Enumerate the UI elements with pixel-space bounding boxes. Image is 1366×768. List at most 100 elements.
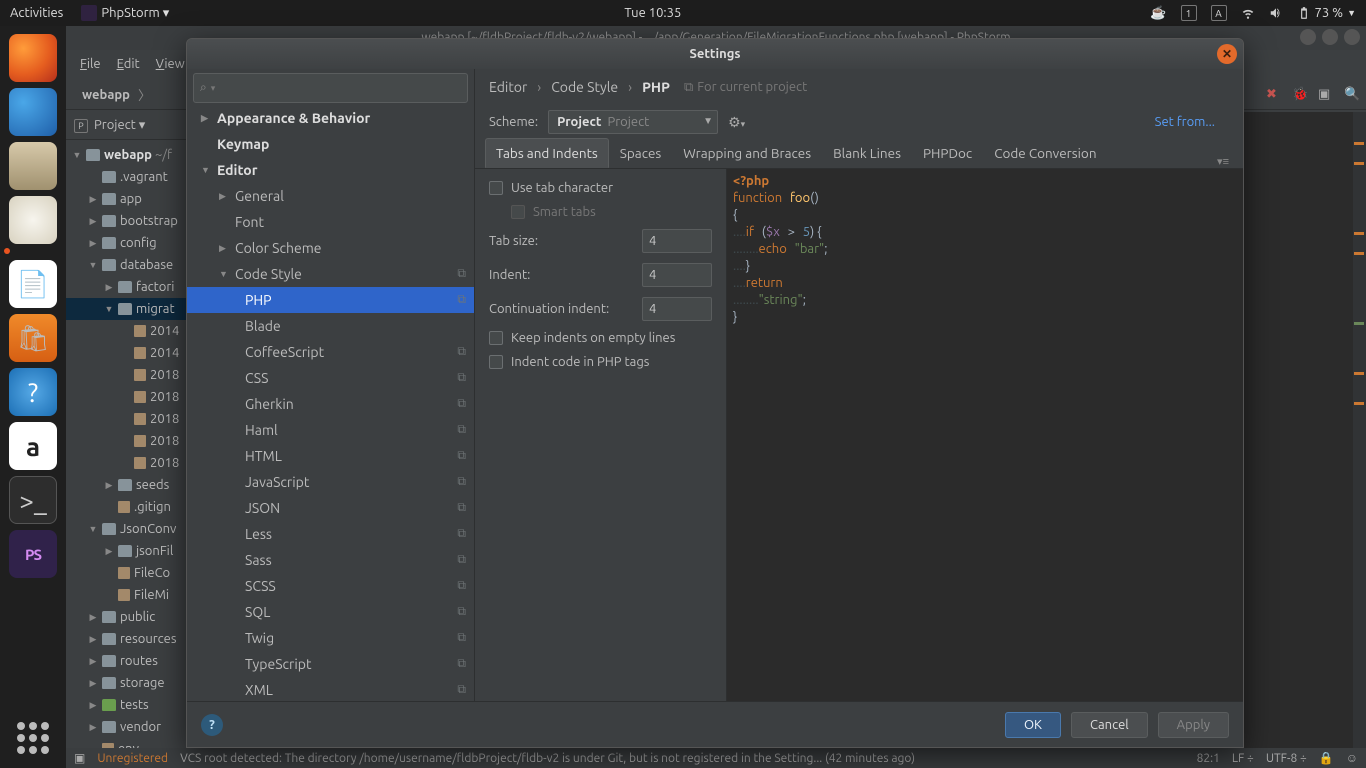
cancel-button[interactable]: Cancel — [1071, 712, 1148, 738]
dock-show-apps[interactable] — [17, 722, 49, 754]
crumb-php: PHP — [642, 79, 670, 95]
settings-tree-item[interactable]: Font — [187, 209, 474, 235]
menu-edit[interactable]: Edit — [111, 55, 146, 73]
settings-tree-item[interactable]: Blade — [187, 313, 474, 339]
tab-spaces[interactable]: Spaces — [609, 138, 672, 168]
settings-tree-item[interactable]: Keymap — [187, 131, 474, 157]
keep-indents-checkbox[interactable]: Keep indents on empty lines — [489, 331, 712, 345]
indent-input[interactable] — [642, 263, 712, 287]
status-lock-icon[interactable]: 🔒 — [1319, 751, 1334, 765]
status-line-sep[interactable]: LF ÷ — [1232, 752, 1254, 765]
settings-tree-item[interactable]: ▶Appearance & Behavior — [187, 105, 474, 131]
dock-help[interactable]: ? — [9, 368, 57, 416]
scheme-combobox[interactable]: Project Project ▼ — [548, 110, 718, 134]
app-menu[interactable]: PhpStorm ▾ — [81, 5, 169, 21]
settings-tree-item[interactable]: JavaScript⧉ — [187, 469, 474, 495]
activities-button[interactable]: Activities — [10, 6, 63, 20]
crumb-code-style[interactable]: Code Style — [551, 79, 618, 95]
help-button[interactable]: ? — [201, 714, 223, 736]
dock-libreoffice[interactable]: 📄 — [9, 260, 57, 308]
settings-content: Editor › Code Style › PHP ⧉ For current … — [475, 69, 1243, 701]
crumb-editor[interactable]: Editor — [489, 79, 527, 95]
settings-tree-item[interactable]: JSON⧉ — [187, 495, 474, 521]
menu-view[interactable]: View — [150, 55, 191, 73]
volume-icon[interactable] — [1269, 5, 1283, 21]
settings-tree-item[interactable]: Gherkin⧉ — [187, 391, 474, 417]
project-scope-icon: ⧉ — [684, 80, 693, 95]
close-window-button[interactable] — [1344, 29, 1360, 45]
settings-tree-item[interactable]: ▶Color Scheme — [187, 235, 474, 261]
code-preview: <?php function foo() { ....if ($x > 5) {… — [727, 169, 1243, 701]
settings-tree-item[interactable]: ▶General — [187, 183, 474, 209]
settings-tree-item[interactable]: Sass⧉ — [187, 547, 474, 573]
continuation-indent-input[interactable] — [642, 297, 712, 321]
dock-terminal[interactable]: >_ — [9, 476, 57, 524]
settings-tree[interactable]: ▶Appearance & BehaviorKeymap▼Editor▶Gene… — [187, 105, 474, 701]
wifi-icon[interactable] — [1241, 5, 1255, 21]
tab-code-conversion[interactable]: Code Conversion — [983, 138, 1107, 168]
indicator-1-icon[interactable]: 1 — [1181, 5, 1197, 21]
settings-tree-item[interactable]: CSS⧉ — [187, 365, 474, 391]
tab-wrapping[interactable]: Wrapping and Braces — [672, 138, 822, 168]
settings-tree-item[interactable]: Twig⧉ — [187, 625, 474, 651]
scheme-value: Project — [557, 115, 601, 129]
set-from-link[interactable]: Set from... — [1155, 115, 1229, 129]
indicator-a-icon[interactable]: A — [1211, 5, 1227, 21]
menu-file[interactable]: File — [74, 55, 107, 73]
apply-button[interactable]: Apply — [1158, 712, 1229, 738]
dialog-close-button[interactable]: ✕ — [1217, 44, 1237, 64]
settings-tree-item[interactable]: PHP⧉ — [187, 287, 474, 313]
indent-label: Indent: — [489, 268, 530, 282]
dock-software[interactable]: 🛍 — [9, 314, 57, 362]
dock-firefox[interactable] — [9, 34, 57, 82]
settings-tree-item[interactable]: Less⧉ — [187, 521, 474, 547]
tab-blank-lines[interactable]: Blank Lines — [822, 138, 912, 168]
tab-size-input[interactable] — [642, 229, 712, 253]
settings-tree-item[interactable]: SCSS⧉ — [187, 573, 474, 599]
dock-thunderbird[interactable] — [9, 88, 57, 136]
use-tab-character-checkbox[interactable]: Use tab character — [489, 181, 712, 195]
scheme-actions-gear-icon[interactable]: ⚙▾ — [728, 114, 745, 131]
dock-amazon[interactable]: a — [9, 422, 57, 470]
tab-tabs-and-indents[interactable]: Tabs and Indents — [485, 138, 609, 168]
app-menu-label: PhpStorm ▾ — [101, 6, 169, 21]
minimize-button[interactable] — [1300, 29, 1316, 45]
ok-button[interactable]: OK — [1005, 712, 1061, 738]
search-everywhere-icon[interactable]: 🔍 — [1344, 87, 1360, 103]
dock-files[interactable] — [9, 142, 57, 190]
status-hector-icon[interactable]: ☺ — [1346, 751, 1358, 765]
dock-phpstorm[interactable]: PS — [9, 530, 57, 578]
dock-rhythmbox[interactable] — [9, 196, 57, 244]
debug-icon[interactable]: 🐞 — [1292, 87, 1308, 103]
settings-tree-item[interactable]: XML⧉ — [187, 677, 474, 701]
coffee-icon[interactable]: ☕ — [1150, 5, 1166, 21]
maximize-button[interactable] — [1322, 29, 1338, 45]
settings-search-input[interactable]: ⌕ ▾ — [193, 73, 468, 103]
stop-icon[interactable]: ✖ — [1266, 87, 1282, 103]
settings-tree-item[interactable]: ▼Code Style⧉ — [187, 261, 474, 287]
status-event-icon[interactable]: ▣ — [74, 751, 85, 765]
status-message[interactable]: VCS root detected: The directory /home/u… — [180, 752, 915, 765]
dock-running-indicator — [4, 248, 10, 254]
settings-tree-item[interactable]: TypeScript⧉ — [187, 651, 474, 677]
status-encoding[interactable]: UTF-8 ÷ — [1266, 752, 1307, 765]
clock[interactable]: Tue 10:35 — [624, 6, 681, 20]
status-caret-pos[interactable]: 82:1 — [1197, 752, 1220, 765]
tab-size-field: Tab size: — [489, 229, 712, 253]
battery-percent: 73 % — [1315, 6, 1344, 20]
settings-tree-item[interactable]: CoffeeScript⧉ — [187, 339, 474, 365]
ide-toolbar-right: ✖ 🐞 ▣ 🔍 — [1266, 80, 1360, 110]
crumb-scope-hint: ⧉ For current project — [684, 80, 807, 95]
indent-php-tags-checkbox[interactable]: Indent code in PHP tags — [489, 355, 712, 369]
settings-tree-item[interactable]: SQL⧉ — [187, 599, 474, 625]
settings-tree-item[interactable]: ▼Editor — [187, 157, 474, 183]
settings-tree-item[interactable]: HTML⧉ — [187, 443, 474, 469]
run-config-icon[interactable]: ▣ — [1318, 87, 1334, 103]
tab-phpdoc[interactable]: PHPDoc — [912, 138, 983, 168]
battery-indicator[interactable]: 73 % ▼ — [1297, 5, 1357, 21]
dialog-title-bar[interactable]: Settings ✕ — [187, 39, 1243, 69]
ide-status-bar: ▣ Unregistered VCS root detected: The di… — [66, 748, 1366, 768]
breadcrumb-root[interactable]: webapp — [82, 88, 130, 102]
tabs-overflow-icon[interactable]: ▾≡ — [1217, 155, 1233, 168]
settings-tree-item[interactable]: Haml⧉ — [187, 417, 474, 443]
